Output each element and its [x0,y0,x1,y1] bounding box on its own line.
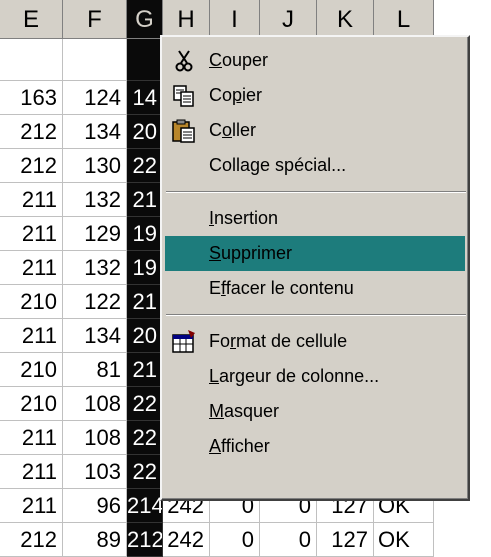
cell-e[interactable]: 211 [0,183,63,217]
cell-g[interactable]: 14 [127,81,163,115]
cell-e[interactable]: 212 [0,149,63,183]
column-header-i[interactable]: I [210,0,260,39]
cell-f[interactable]: 81 [63,353,127,387]
format-cells-icon [171,329,197,355]
menu-item-copy[interactable]: Copier [165,78,465,113]
cell-f[interactable]: 134 [63,319,127,353]
cell-f[interactable]: 96 [63,489,127,523]
cell-e[interactable]: 210 [0,387,63,421]
cell-g[interactable]: 21 [127,183,163,217]
cell-f[interactable]: 129 [63,217,127,251]
column-header-j[interactable]: J [260,0,317,39]
cell-f[interactable]: 130 [63,149,127,183]
cell-g[interactable]: 20 [127,319,163,353]
copy-icon [171,83,197,109]
cell-g[interactable]: 22 [127,149,163,183]
menu-item-label: Largeur de colonne... [209,366,380,386]
menu-item-label: Afficher [209,436,270,456]
cell-f[interactable]: 122 [63,285,127,319]
cell-e[interactable]: 211 [0,489,63,523]
cell-f[interactable]: 89 [63,523,127,557]
cell-e[interactable]: 210 [0,285,63,319]
scissors-icon [171,48,197,74]
menu-item-label: Masquer [209,401,280,421]
cell-g[interactable]: 214 [127,489,163,523]
cell-f[interactable]: 134 [63,115,127,149]
cell-g[interactable]: 20 [127,115,163,149]
menu-item-label: Couper [209,50,269,70]
cell-k[interactable]: 127 [317,523,374,557]
cell-g[interactable]: 22 [127,455,163,489]
menu-item-format-cells[interactable]: Format de cellule [165,324,465,359]
paste-icon [171,118,197,144]
cell-g[interactable]: 22 [127,387,163,421]
cell-f[interactable]: 103 [63,455,127,489]
column-header-l[interactable]: L [374,0,434,39]
menu-item-hide[interactable]: Masquer [165,394,465,429]
cell-j[interactable]: 0 [260,523,317,557]
cell-h[interactable]: 242 [163,523,210,557]
cell-f[interactable]: 124 [63,81,127,115]
menu-separator [166,191,466,193]
cell-g[interactable]: 21 [127,285,163,319]
cell-g[interactable]: 19 [127,251,163,285]
context-menu: Couper Copier Coller Collage spécial... Inse… [160,35,470,501]
menu-item-paste[interactable]: Coller [165,113,465,148]
cell-l[interactable]: OK [374,523,434,557]
cell-e[interactable]: 211 [0,455,63,489]
menu-separator [166,314,466,316]
menu-item-column-width[interactable]: Largeur de colonne... [165,359,465,394]
menu-item-label: Copier [209,85,263,105]
column-header-f[interactable]: F [63,0,127,39]
cell-e[interactable]: 211 [0,319,63,353]
menu-item-label: Effacer le contenu [209,278,354,298]
cell-e[interactable]: 211 [0,217,63,251]
cell-g[interactable]: 212 [127,523,163,557]
menu-item-delete[interactable]: Supprimer [165,236,465,271]
column-header-h[interactable]: H [163,0,210,39]
menu-item-label: Insertion [209,208,279,228]
cell-e[interactable]: 211 [0,251,63,285]
cell-e[interactable]: 212 [0,523,63,557]
cell-e[interactable]: 163 [0,81,63,115]
menu-item-insert[interactable]: Insertion [165,201,465,236]
cell-f[interactable]: 132 [63,183,127,217]
menu-item-cut[interactable]: Couper [165,43,465,78]
cell-f[interactable]: 132 [63,251,127,285]
cell-e[interactable]: 211 [0,421,63,455]
column-header-e[interactable]: E [0,0,63,39]
column-header-k[interactable]: K [317,0,374,39]
menu-item-label: Coller [209,120,257,140]
cell-f[interactable]: 108 [63,387,127,421]
cell-f[interactable]: 108 [63,421,127,455]
cell-g[interactable]: 21 [127,353,163,387]
cell-e[interactable]: 210 [0,353,63,387]
menu-item-label: Format de cellule [209,331,348,351]
column-header-g[interactable]: G [127,0,163,39]
menu-item-clear-contents[interactable]: Effacer le contenu [165,271,465,306]
menu-item-label: Supprimer [209,243,293,263]
cell-e[interactable]: 212 [0,115,63,149]
menu-item-label: Collage spécial... [209,155,347,175]
cell-g[interactable] [127,39,163,81]
cell-f[interactable] [63,39,127,81]
menu-item-paste-special[interactable]: Collage spécial... [165,148,465,183]
cell-g[interactable]: 22 [127,421,163,455]
menu-item-unhide[interactable]: Afficher [165,429,465,464]
cell-i[interactable]: 0 [210,523,260,557]
cell-e[interactable] [0,39,63,81]
cell-g[interactable]: 19 [127,217,163,251]
